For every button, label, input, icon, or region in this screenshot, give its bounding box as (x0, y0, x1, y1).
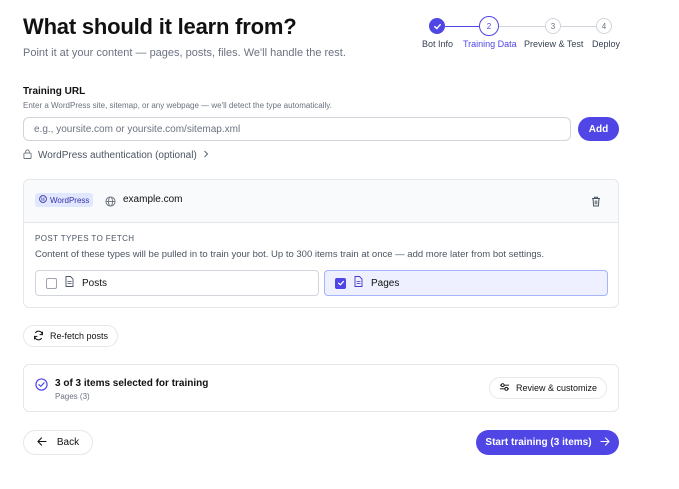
step-1-check-icon[interactable] (429, 18, 445, 34)
training-url-input[interactable] (23, 117, 571, 141)
wordpress-auth-toggle[interactable]: WordPress authentication (optional) (23, 149, 209, 162)
back-button[interactable]: Back (23, 430, 93, 455)
source-card: W WordPress example.com POST TYPES TO FE… (23, 179, 619, 308)
arrow-left-icon (37, 436, 47, 449)
post-types-heading: POST TYPES TO FETCH (35, 234, 135, 243)
step-label-bot-info[interactable]: Bot Info (422, 39, 453, 49)
training-url-label: Training URL (23, 86, 86, 97)
posts-label: Posts (82, 277, 108, 289)
step-2-indicator[interactable]: 2 (479, 16, 499, 36)
step-4-indicator[interactable]: 4 (596, 18, 612, 34)
source-domain: example.com (123, 194, 183, 205)
review-customize-label: Review & customize (515, 383, 597, 393)
source-card-header: W WordPress example.com (24, 180, 618, 223)
arrow-right-icon (599, 436, 610, 449)
step-label-deploy[interactable]: Deploy (592, 39, 620, 49)
selection-summary-subtitle: Pages (3) (55, 392, 90, 401)
document-icon (354, 276, 363, 290)
refetch-posts-button[interactable]: Re-fetch posts (23, 325, 119, 347)
lock-icon (23, 149, 32, 162)
training-url-hint: Enter a WordPress site, sitemap, or any … (23, 101, 332, 110)
review-customize-button[interactable]: Review & customize (488, 377, 607, 399)
post-types-description: Content of these types will be pulled in… (35, 249, 545, 260)
page-title: What should it learn from? (23, 14, 297, 39)
sliders-icon (499, 382, 510, 394)
step-connector (499, 26, 545, 27)
step-label-training-data[interactable]: Training Data (463, 39, 517, 49)
step-connector (561, 26, 596, 27)
selection-summary: 3 of 3 items selected for training Pages… (23, 364, 619, 412)
wordpress-icon: W (39, 195, 47, 205)
chevron-right-icon (203, 150, 209, 161)
wordpress-badge-label: WordPress (50, 195, 90, 205)
globe-icon (105, 194, 116, 212)
check-circle-icon (35, 378, 48, 396)
svg-text:W: W (41, 197, 46, 203)
post-type-option-pages[interactable]: Pages (324, 270, 608, 296)
back-label: Back (56, 437, 80, 448)
wordpress-badge: W WordPress (35, 193, 94, 207)
step-connector (445, 26, 480, 27)
start-training-button[interactable]: Start training (3 items) (476, 430, 619, 455)
page-subtitle: Point it at your content — pages, posts,… (23, 47, 346, 59)
pages-checkbox[interactable] (335, 277, 346, 289)
trash-icon[interactable] (591, 194, 601, 212)
refresh-icon (33, 330, 44, 343)
start-training-label: Start training (3 items) (485, 437, 592, 448)
progress-stepper: 2 3 4 Bot Info Training Data Preview & T… (418, 16, 628, 52)
pages-label: Pages (371, 277, 400, 289)
wordpress-auth-label: WordPress authentication (optional) (38, 150, 197, 161)
posts-checkbox[interactable] (46, 277, 57, 289)
post-type-option-posts[interactable]: Posts (35, 270, 319, 296)
refetch-posts-label: Re-fetch posts (50, 331, 109, 341)
selection-summary-title: 3 of 3 items selected for training (55, 378, 209, 389)
step-label-preview-test[interactable]: Preview & Test (524, 39, 583, 49)
add-button[interactable]: Add (578, 117, 619, 141)
document-icon (65, 276, 74, 290)
step-3-indicator[interactable]: 3 (545, 18, 561, 34)
